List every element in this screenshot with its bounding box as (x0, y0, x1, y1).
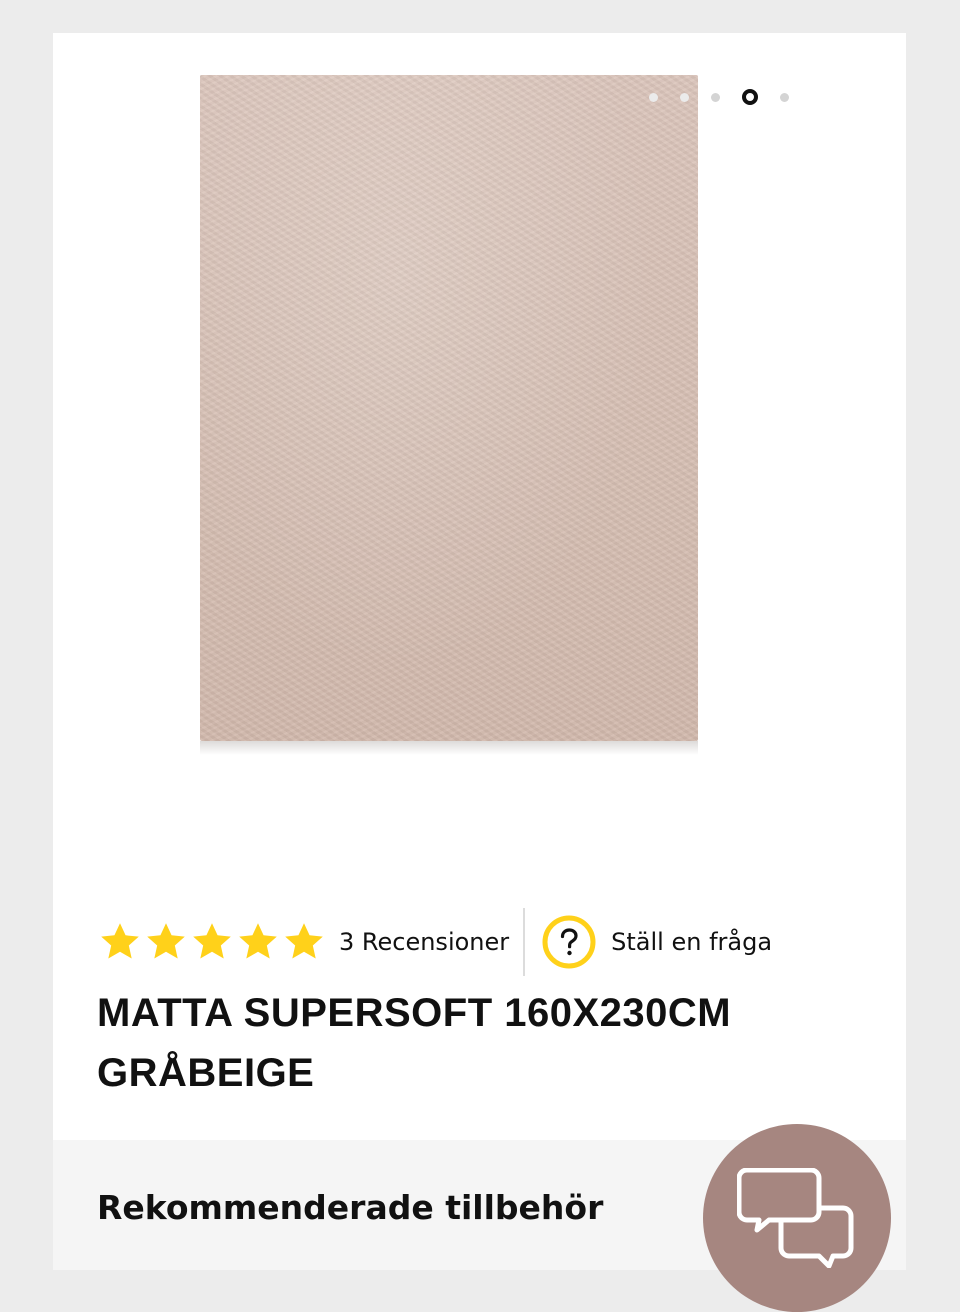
carousel-dot-2[interactable] (680, 92, 689, 102)
product-image[interactable] (200, 75, 698, 755)
recommended-accessories-title: Rekommenderade tillbehör (97, 1188, 604, 1227)
carousel-dot-3[interactable] (711, 92, 720, 102)
star-icon (147, 923, 185, 959)
ask-question-link[interactable]: Ställ en fråga (541, 914, 772, 970)
question-circle-icon (542, 915, 596, 969)
chat-bubbles-icon (737, 1168, 854, 1268)
product-meta-row: 3 Recensioner Ställ en fråga (97, 908, 772, 976)
ask-question-label: Ställ en fråga (611, 928, 773, 956)
reviews-link[interactable]: 3 Recensioner (339, 928, 509, 956)
product-title: MATTA SUPERSOFT 160X230CM GRÅBEIGE (97, 991, 732, 1095)
carousel-dot-4[interactable] (742, 89, 758, 105)
star-icon (285, 923, 323, 959)
meta-divider (523, 908, 526, 976)
star-icon (193, 923, 231, 959)
star-icon (101, 923, 139, 959)
product-card: 3 Recensioner Ställ en fråga MATTA SUPER… (53, 33, 906, 1270)
chat-button[interactable] (703, 1124, 891, 1312)
carousel-dots (638, 89, 800, 105)
carousel-dot-5[interactable] (780, 92, 789, 102)
star-rating[interactable] (97, 919, 327, 965)
star-icon (239, 923, 277, 959)
carousel-dot-1[interactable] (649, 92, 658, 102)
